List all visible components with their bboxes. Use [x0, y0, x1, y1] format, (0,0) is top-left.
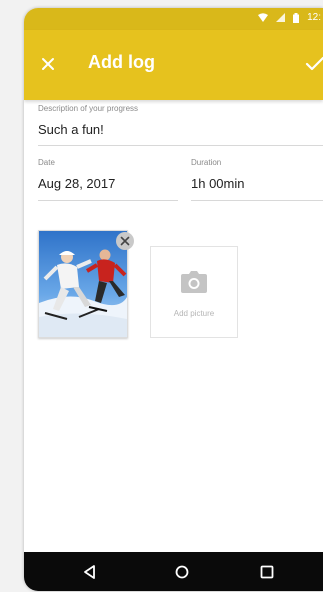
date-underline — [38, 200, 178, 201]
status-icons: 12: — [258, 12, 321, 23]
add-picture-label: Add picture — [173, 309, 215, 318]
status-time: 12: — [307, 12, 321, 23]
back-icon — [84, 565, 95, 579]
skiers-photo — [39, 231, 127, 337]
battery-icon — [293, 12, 300, 23]
home-icon — [175, 565, 189, 579]
app-bar: Add log — [24, 30, 323, 100]
page-title: Add log — [88, 52, 155, 72]
camera-icon — [181, 271, 207, 293]
recents-icon — [260, 565, 274, 579]
close-icon — [120, 236, 130, 246]
description-field[interactable]: Description of your progress Such a fun! — [38, 104, 318, 137]
remove-photo-button[interactable] — [116, 232, 134, 250]
home-button[interactable] — [172, 562, 192, 582]
description-value: Such a fun! — [38, 122, 104, 137]
date-value: Aug 28, 2017 — [38, 176, 116, 191]
close-button[interactable] — [38, 54, 58, 74]
description-underline — [38, 145, 323, 146]
add-picture-button[interactable]: Add picture — [150, 246, 238, 338]
check-icon — [305, 56, 323, 71]
date-field[interactable]: Date Aug 28, 2017 — [38, 158, 178, 191]
back-button[interactable] — [80, 562, 100, 582]
recents-button[interactable] — [257, 562, 277, 582]
device-screen: 12: Add log Description of your progress… — [24, 8, 323, 591]
duration-field[interactable]: Duration 1h 00min — [191, 158, 321, 191]
status-bar: 12: — [24, 8, 323, 30]
duration-value: 1h 00min — [191, 176, 245, 191]
duration-label: Duration — [191, 158, 222, 167]
duration-underline — [191, 200, 323, 201]
description-label: Description of your progress — [38, 104, 139, 113]
signal-icon — [276, 13, 286, 22]
wifi-icon — [258, 13, 269, 22]
confirm-button[interactable] — [304, 54, 323, 74]
navigation-bar — [24, 552, 323, 591]
photo-thumbnail[interactable] — [38, 230, 128, 338]
date-label: Date — [38, 158, 55, 167]
close-icon — [42, 58, 54, 70]
